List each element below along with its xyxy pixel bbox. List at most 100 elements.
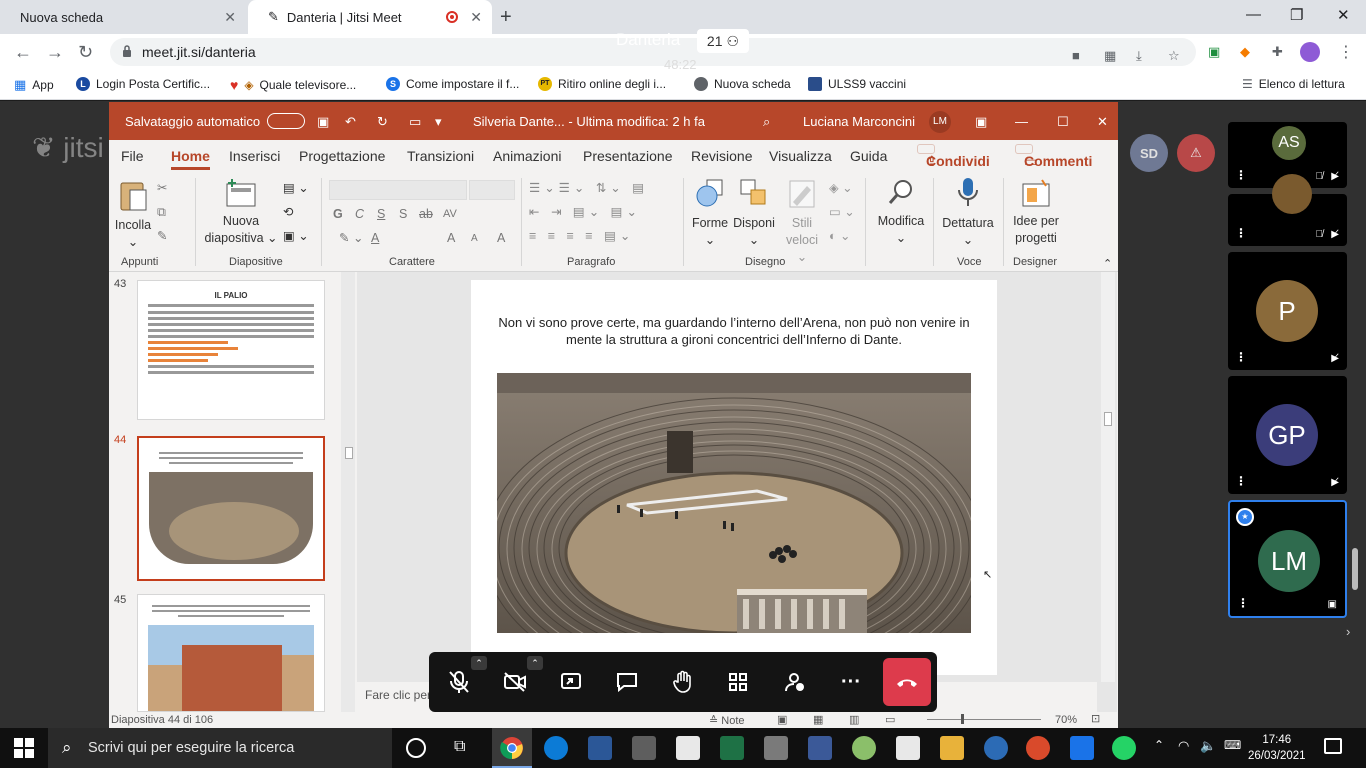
arrange-button[interactable]: Disponi ⌄ — [731, 178, 777, 249]
bookmark-posta[interactable]: L Login Posta Certific... — [76, 77, 210, 91]
designer-button[interactable]: Idee per progetti — [1007, 178, 1065, 247]
menu-guida[interactable]: Guida — [850, 148, 887, 164]
bookmark-star-icon[interactable]: ☆ — [1168, 48, 1180, 64]
thumbnail-43[interactable]: IL PALIO — [137, 280, 325, 420]
install-icon[interactable]: ⤓ — [1136, 48, 1142, 64]
thumbnails-scrollbar[interactable] — [341, 272, 355, 712]
header-avatar[interactable]: SD — [1130, 134, 1168, 172]
new-slide-button[interactable]: Nuova diapositiva ⌄ — [201, 178, 281, 247]
menu-transizioni[interactable]: Transizioni — [407, 148, 474, 164]
thumbnail-44[interactable] — [137, 436, 325, 581]
menu-animazioni[interactable]: Animazioni — [493, 148, 561, 164]
mic-options-chevron-icon[interactable]: ⌃ — [471, 656, 487, 670]
align-buttons-icon[interactable]: ≡ ≡ ≡ ≡ ▤⌄ — [529, 228, 634, 245]
shape-effects-icon[interactable]: ◐ ⌄ — [829, 228, 851, 245]
font-size-select[interactable] — [469, 180, 515, 200]
char-spacing-button[interactable]: AV — [443, 206, 457, 223]
thumbnail-45[interactable] — [137, 594, 325, 712]
bookmark-ulss9[interactable]: ULSS9 vaccini — [808, 77, 906, 91]
maximize-icon[interactable]: ❐ — [1290, 6, 1303, 24]
close-icon[interactable]: ✕ — [224, 9, 236, 26]
taskbar-search[interactable]: ⌕ Scrivi qui per eseguire la ricerca — [48, 728, 392, 768]
volume-icon[interactable]: 🔈 — [1200, 738, 1216, 754]
participants-count-button[interactable]: 21 ⚇ — [697, 29, 749, 53]
undo-icon[interactable]: ↶ — [345, 114, 356, 130]
participant-tile[interactable]: KC ⋮ 🎙̸ ▶̸ — [1228, 174, 1347, 246]
participant-tile[interactable]: GP ⋮ ▶̸ — [1228, 376, 1347, 494]
bookmark-nuova-scheda[interactable]: Nuova scheda — [694, 77, 791, 91]
current-slide[interactable]: Non vi sono prove certe, ma guardando l’… — [471, 280, 997, 675]
chevron-right-icon[interactable]: › — [1346, 624, 1350, 639]
facebook-icon[interactable] — [808, 736, 832, 760]
chat-button[interactable] — [611, 666, 643, 698]
whatsapp-icon[interactable] — [1112, 736, 1136, 760]
participant-tile-local[interactable]: ★ LM ⋮ ▣ — [1228, 500, 1347, 618]
notes-button[interactable]: ≙ Note — [709, 714, 745, 727]
copy-icon[interactable]: ⧉ — [157, 204, 166, 221]
font-color-button[interactable]: A — [371, 230, 379, 247]
customize-icon[interactable]: ▾ — [435, 114, 442, 130]
document-icon[interactable] — [896, 736, 920, 760]
shape-fill-icon[interactable]: ◈ ⌄ — [829, 180, 853, 197]
format-painter-icon[interactable]: ✎ — [157, 228, 167, 245]
autosave-toggle[interactable] — [267, 113, 305, 129]
taskbar-chrome[interactable] — [492, 728, 532, 768]
collapse-ribbon-icon[interactable]: ⌃ — [1103, 256, 1112, 273]
strikethrough-button[interactable]: ab — [419, 206, 433, 223]
highlight-icon[interactable]: ✎ ⌄ — [339, 230, 363, 247]
reload-icon[interactable]: ↻ — [78, 42, 93, 63]
maximize-icon[interactable]: ☐ — [1057, 114, 1069, 130]
bookmark-apps[interactable]: ▦ App — [14, 77, 54, 93]
more-icon[interactable]: ⋮ — [1237, 596, 1249, 610]
camera-toggle-button[interactable] — [499, 666, 531, 698]
camera-options-chevron-icon[interactable]: ⌃ — [527, 656, 543, 670]
reading-view-icon[interactable]: ▥ — [849, 713, 859, 726]
excel-icon[interactable] — [720, 736, 744, 760]
cortana-icon[interactable] — [406, 738, 426, 758]
reading-list[interactable]: ☰ Elenco di lettura — [1242, 77, 1345, 91]
windows-start-icon[interactable] — [14, 738, 34, 763]
extensions-puzzle-icon[interactable]: ✚ — [1272, 44, 1283, 60]
system-clock[interactable]: 17:46 26/03/2021 — [1248, 732, 1306, 764]
more-icon[interactable]: ⋮ — [1235, 474, 1247, 488]
tile-view-button[interactable] — [722, 666, 754, 698]
new-tab-button[interactable]: + — [500, 6, 512, 29]
normal-view-icon[interactable]: ▣ — [777, 713, 787, 726]
bookmark-televisore[interactable]: ♥ ◈ Quale televisore... — [230, 77, 356, 93]
close-icon[interactable]: ✕ — [1097, 114, 1108, 130]
app-icon[interactable] — [852, 736, 876, 760]
tab-new[interactable]: Nuova scheda ✕ — [0, 0, 246, 34]
wifi-icon[interactable]: ◠ — [1178, 738, 1189, 754]
notifications-icon[interactable] — [1324, 738, 1342, 754]
close-icon[interactable]: ✕ — [470, 9, 482, 26]
more-icon[interactable]: ⋮ — [1235, 168, 1247, 182]
microphone-mute-button[interactable] — [443, 666, 475, 698]
bold-button[interactable]: G — [333, 206, 343, 223]
task-view-icon[interactable]: ⧉ — [454, 738, 465, 756]
hangup-button[interactable] — [883, 658, 931, 706]
window-close-icon[interactable]: ✕ — [1337, 6, 1350, 24]
menu-revisione[interactable]: Revisione — [691, 148, 752, 164]
section-icon[interactable]: ▣ ⌄ — [283, 228, 309, 245]
comments-button[interactable]: ▭ Commenti — [1015, 144, 1092, 169]
minimize-icon[interactable]: — — [1015, 114, 1028, 129]
shapes-button[interactable]: Forme ⌄ — [689, 178, 731, 249]
fit-slide-icon[interactable]: ⊡ — [1091, 712, 1100, 725]
bookmark-ritiro[interactable]: PT Ritiro online degli i... — [538, 77, 666, 91]
camera-icon[interactable]: ■ — [1072, 48, 1080, 63]
store-icon[interactable] — [632, 736, 656, 760]
zoom-slider[interactable] — [927, 719, 1041, 720]
menu-inserisci[interactable]: Inserisci — [229, 148, 280, 164]
slide-scrollbar[interactable] — [1101, 272, 1115, 682]
warning-icon[interactable]: ⚠ — [1177, 134, 1215, 172]
dictate-button[interactable]: Dettatura ⌄ — [939, 176, 997, 249]
back-icon[interactable]: ← — [14, 42, 32, 63]
maps-icon[interactable] — [1026, 736, 1050, 760]
slide-sorter-icon[interactable]: ▦ — [813, 713, 823, 726]
redo-icon[interactable]: ↻ — [377, 114, 388, 130]
file-icon[interactable] — [676, 736, 700, 760]
mail-icon[interactable] — [984, 736, 1008, 760]
language-icon[interactable]: ⌨ — [1224, 738, 1241, 752]
invite-people-button[interactable] — [779, 666, 811, 698]
slideshow-icon[interactable]: ▭ — [885, 713, 895, 726]
